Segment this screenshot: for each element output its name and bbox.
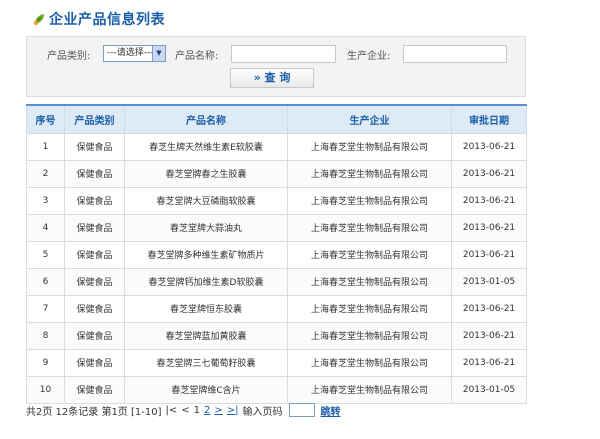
cell-index: 9 — [26, 348, 65, 377]
table-row: 7 保健食品 春芝堂牌恒东胶囊 上海春芝堂生物制品有限公司 2013-06-21 — [26, 294, 527, 323]
category-select-value: ---请选择--- — [107, 48, 154, 58]
search-panel: 产品类别: ---请选择--- ▼ 产品名称: 生产企业: » 查 询 — [26, 36, 526, 97]
cell-product-name: 春芝堂牌多种维生素矿物质片 — [124, 240, 288, 269]
cell-category: 保健食品 — [64, 132, 125, 161]
cell-index: 8 — [26, 321, 65, 350]
cell-category: 保健食品 — [64, 294, 125, 323]
cell-approval-date: 2013-01-05 — [451, 375, 527, 404]
cell-index: 2 — [26, 159, 65, 188]
cell-approval-date: 2013-06-21 — [451, 132, 527, 161]
pager: 共2页 12条记录 第1页 [1-10] |< < 1 2 > >| 输入页码 … — [26, 402, 345, 418]
product-table: 序号 产品类别 产品名称 生产企业 审批日期 1 保健食品 春芝生牌天然维生素E软胶… — [26, 104, 527, 404]
cell-product-name: 春芝堂牌蓝加黄胶囊 — [124, 321, 288, 350]
table-row: 8 保健食品 春芝堂牌蓝加黄胶囊 上海春芝堂生物制品有限公司 2013-06-21 — [26, 321, 527, 350]
cell-company: 上海春芝堂生物制品有限公司 — [287, 132, 452, 161]
cell-category: 保健食品 — [64, 240, 125, 269]
cell-index: 5 — [26, 240, 65, 269]
cell-index: 1 — [26, 132, 65, 161]
category-select[interactable]: ---请选择--- ▼ — [103, 45, 166, 62]
cell-company: 上海春芝堂生物制品有限公司 — [287, 159, 452, 188]
pager-next[interactable]: > — [214, 405, 222, 416]
cell-approval-date: 2013-06-21 — [451, 321, 527, 350]
pager-prev: < — [181, 404, 190, 416]
cell-company: 上海春芝堂生物制品有限公司 — [287, 294, 452, 323]
search-row: 产品类别: ---请选择--- ▼ 产品名称: 生产企业: — [27, 45, 525, 63]
table-row: 6 保健食品 春芝堂牌钙加维生素D软胶囊 上海春芝堂生物制品有限公司 2013-01-0… — [26, 267, 527, 296]
cell-company: 上海春芝堂生物制品有限公司 — [287, 348, 452, 377]
cell-category: 保健食品 — [64, 348, 125, 377]
cell-product-name: 春芝堂牌春之生胶囊 — [124, 159, 288, 188]
cell-product-name: 春芝堂牌大豆磷脂软胶囊 — [124, 186, 288, 215]
cell-category: 保健食品 — [64, 186, 125, 215]
col-header-company: 生产企业 — [287, 104, 452, 134]
table-row: 9 保健食品 春芝堂牌三七葡萄籽胶囊 上海春芝堂生物制品有限公司 2013-06-21 — [26, 348, 527, 377]
cell-category: 保健食品 — [64, 267, 125, 296]
page-header: 企业产品信息列表 — [32, 9, 165, 29]
pager-summary: 共2页 12条记录 第1页 [1-10] — [26, 406, 162, 418]
pager-first: |< — [165, 404, 178, 416]
cell-category: 保健食品 — [64, 159, 125, 188]
cell-product-name: 春芝生牌天然维生素E软胶囊 — [124, 132, 288, 161]
cell-category: 保健食品 — [64, 375, 125, 404]
query-button[interactable]: » 查 询 — [230, 68, 314, 88]
table-body: 1 保健食品 春芝生牌天然维生素E软胶囊 上海春芝堂生物制品有限公司 2013-06-2… — [26, 132, 527, 404]
cell-index: 3 — [26, 186, 65, 215]
cell-product-name: 春芝堂牌恒东胶囊 — [124, 294, 288, 323]
cell-approval-date: 2013-06-21 — [451, 159, 527, 188]
cell-product-name: 春芝堂牌钙加维生素D软胶囊 — [124, 267, 288, 296]
cell-company: 上海春芝堂生物制品有限公司 — [287, 213, 452, 242]
category-label: 产品类别: — [47, 51, 91, 62]
company-label: 生产企业: — [347, 51, 391, 62]
cell-index: 6 — [26, 267, 65, 296]
page-title: 企业产品信息列表 — [49, 12, 165, 28]
chevron-down-icon[interactable]: ▼ — [152, 46, 165, 61]
product-name-input[interactable] — [231, 45, 336, 63]
table-row: 1 保健食品 春芝生牌天然维生素E软胶囊 上海春芝堂生物制品有限公司 2013-06-2… — [26, 132, 527, 161]
cell-product-name: 春芝堂牌三七葡萄籽胶囊 — [124, 348, 288, 377]
col-header-approval-date: 审批日期 — [451, 104, 527, 134]
cell-index: 10 — [26, 375, 65, 404]
cell-approval-date: 2013-06-21 — [451, 213, 527, 242]
cell-product-name: 春芝堂牌大蒜油丸 — [124, 213, 288, 242]
cell-category: 保健食品 — [64, 321, 125, 350]
cell-product-name: 春芝堂牌维C含片 — [124, 375, 288, 404]
table-row: 4 保健食品 春芝堂牌大蒜油丸 上海春芝堂生物制品有限公司 2013-06-21 — [26, 213, 527, 242]
col-header-product-name: 产品名称 — [124, 104, 288, 134]
col-header-category: 产品类别 — [64, 104, 125, 134]
cell-company: 上海春芝堂生物制品有限公司 — [287, 186, 452, 215]
cell-company: 上海春芝堂生物制品有限公司 — [287, 267, 452, 296]
table-header-row: 序号 产品类别 产品名称 生产企业 审批日期 — [26, 104, 527, 134]
pager-page-1: 1 — [193, 404, 200, 416]
pager-page-2[interactable]: 2 — [204, 405, 210, 416]
table-row: 3 保健食品 春芝堂牌大豆磷脂软胶囊 上海春芝堂生物制品有限公司 2013-06-21 — [26, 186, 527, 215]
company-input[interactable] — [403, 45, 507, 63]
cell-approval-date: 2013-06-21 — [451, 294, 527, 323]
pager-goto-label: 输入页码 — [242, 406, 283, 418]
pager-last[interactable]: >| — [227, 405, 239, 416]
cell-approval-date: 2013-01-05 — [451, 267, 527, 296]
cell-approval-date: 2013-06-21 — [451, 240, 527, 269]
table-row: 2 保健食品 春芝堂牌春之生胶囊 上海春芝堂生物制品有限公司 2013-06-21 — [26, 159, 527, 188]
cell-company: 上海春芝堂生物制品有限公司 — [287, 240, 452, 269]
cell-company: 上海春芝堂生物制品有限公司 — [287, 375, 452, 404]
col-header-index: 序号 — [26, 104, 65, 134]
cell-index: 7 — [26, 294, 65, 323]
table-row: 5 保健食品 春芝堂牌多种维生素矿物质片 上海春芝堂生物制品有限公司 2013-06-2… — [26, 240, 527, 269]
cell-category: 保健食品 — [64, 213, 125, 242]
pager-goto-input[interactable] — [288, 403, 315, 417]
cell-company: 上海春芝堂生物制品有限公司 — [287, 321, 452, 350]
pager-go-button[interactable]: 跳转 — [321, 403, 341, 418]
cell-approval-date: 2013-06-21 — [451, 186, 527, 215]
product-name-label: 产品名称: — [175, 51, 219, 62]
cell-approval-date: 2013-06-21 — [451, 348, 527, 377]
table-row: 10 保健食品 春芝堂牌维C含片 上海春芝堂生物制品有限公司 2013-01-05 — [26, 375, 527, 404]
leaf-icon — [32, 12, 46, 26]
cell-index: 4 — [26, 213, 65, 242]
